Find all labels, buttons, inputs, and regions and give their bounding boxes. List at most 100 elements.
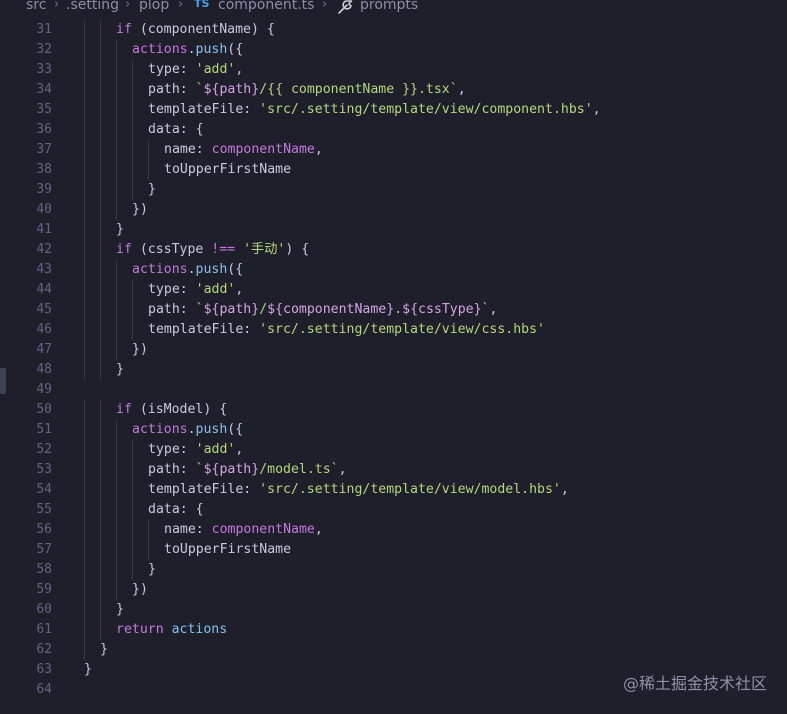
indent-guide bbox=[100, 360, 101, 380]
line-number: 32 bbox=[36, 42, 52, 57]
indent-guide bbox=[100, 480, 101, 500]
line-number: 50 bbox=[36, 402, 52, 417]
code-line[interactable]: 62} bbox=[0, 640, 787, 660]
line-code: type: 'add', bbox=[148, 280, 243, 300]
line-code: } bbox=[116, 360, 124, 380]
line-number: 63 bbox=[36, 662, 52, 677]
indent-guide bbox=[100, 320, 101, 340]
code-line[interactable]: 53 path: `${path}/model.ts`, bbox=[0, 460, 787, 480]
code-token: /{{ componentName }}.tsx` bbox=[259, 82, 458, 97]
code-line[interactable]: 33 type: 'add', bbox=[0, 60, 787, 80]
indent-guide bbox=[116, 580, 117, 600]
breadcrumb-item-prompts[interactable]: prompts bbox=[360, 0, 418, 12]
code-token: } bbox=[148, 562, 156, 577]
indent-guide bbox=[84, 180, 85, 200]
code-line[interactable]: 41} bbox=[0, 220, 787, 240]
code-token: . bbox=[187, 262, 196, 277]
code-line[interactable]: 31 if (componentName) { bbox=[0, 20, 787, 40]
code-token: templateFile bbox=[148, 322, 244, 337]
code-line[interactable]: 49 bbox=[0, 380, 787, 400]
code-token: }) bbox=[132, 342, 148, 357]
indent-guide bbox=[84, 620, 85, 640]
code-line[interactable]: 36 data: { bbox=[0, 120, 787, 140]
indent-guide bbox=[84, 340, 85, 360]
indent-guide bbox=[148, 140, 149, 160]
indent-guide bbox=[100, 460, 101, 480]
indent-guide bbox=[148, 540, 149, 560]
code-editor[interactable]: 31 if (componentName) {32 actions.push({33… bbox=[0, 20, 787, 714]
code-line[interactable]: 42 if (cssType !== '手动') { bbox=[0, 240, 787, 260]
code-line[interactable]: 48} bbox=[0, 360, 787, 380]
code-line[interactable]: 40}) bbox=[0, 200, 787, 220]
line-code: } bbox=[84, 660, 92, 680]
line-code: if (componentName) { bbox=[116, 20, 275, 40]
code-token: actions bbox=[132, 262, 188, 277]
code-token: ` bbox=[195, 462, 204, 477]
indent-guide bbox=[84, 500, 85, 520]
code-line[interactable]: 37 name: componentName, bbox=[0, 140, 787, 160]
code-line[interactable]: 56 name: componentName, bbox=[0, 520, 787, 540]
line-code: toUpperFirstName bbox=[164, 160, 291, 180]
code-line[interactable]: 55 data: { bbox=[0, 500, 787, 520]
line-code: } bbox=[100, 640, 108, 660]
indent-guide bbox=[116, 320, 117, 340]
indent-guide bbox=[100, 180, 101, 200]
code-token: }) bbox=[132, 582, 148, 597]
indent-guide bbox=[132, 480, 133, 500]
breadcrumb-item-src[interactable]: src bbox=[26, 0, 46, 12]
code-line[interactable]: 59}) bbox=[0, 580, 787, 600]
indent-guide bbox=[84, 140, 85, 160]
line-code: type: 'add', bbox=[148, 60, 243, 80]
indent-guide bbox=[84, 520, 85, 540]
code-token: : bbox=[195, 142, 212, 157]
code-token: 'src/.setting/template/view/model.hbs' bbox=[259, 482, 561, 497]
indent-guide bbox=[84, 160, 85, 180]
indent-guide bbox=[84, 460, 85, 480]
code-line[interactable]: 43 actions.push({ bbox=[0, 260, 787, 280]
breadcrumb-item-plop[interactable]: plop bbox=[139, 0, 169, 12]
code-line[interactable]: 47}) bbox=[0, 340, 787, 360]
code-line[interactable]: 60} bbox=[0, 600, 787, 620]
code-token: , bbox=[338, 462, 347, 477]
code-line[interactable]: 38 toUpperFirstName bbox=[0, 160, 787, 180]
indent-guide bbox=[84, 560, 85, 580]
code-line[interactable]: 45 path: `${path}/${componentName}.${cssT… bbox=[0, 300, 787, 320]
code-line[interactable]: 35 templateFile: 'src/.setting/template/v… bbox=[0, 100, 787, 120]
code-line[interactable]: 54 templateFile: 'src/.setting/template/v… bbox=[0, 480, 787, 500]
code-line[interactable]: 57 toUpperFirstName bbox=[0, 540, 787, 560]
code-token: '手动' bbox=[243, 242, 286, 257]
code-token: templateFile bbox=[148, 102, 244, 117]
indent-guide bbox=[100, 340, 101, 360]
code-line[interactable]: 51 actions.push({ bbox=[0, 420, 787, 440]
indent-guide bbox=[100, 520, 101, 540]
line-number: 59 bbox=[36, 582, 52, 597]
code-line[interactable]: 44 type: 'add', bbox=[0, 280, 787, 300]
indent-guide bbox=[132, 100, 133, 120]
indent-guide bbox=[100, 40, 101, 60]
code-line[interactable]: 52 type: 'add', bbox=[0, 440, 787, 460]
code-token: componentName bbox=[147, 22, 251, 37]
code-line[interactable]: 32 actions.push({ bbox=[0, 40, 787, 60]
code-token: if bbox=[116, 402, 132, 417]
code-token: toUpperFirstName bbox=[164, 542, 292, 557]
breadcrumb-item-component[interactable]: component.ts bbox=[218, 0, 314, 12]
code-token: : bbox=[179, 82, 196, 97]
breadcrumb-item-setting[interactable]: .setting bbox=[66, 0, 119, 12]
indent-guide bbox=[100, 140, 101, 160]
code-line[interactable]: 50 if (isModel) { bbox=[0, 400, 787, 420]
code-line[interactable]: 58} bbox=[0, 560, 787, 580]
code-line[interactable]: 61 return actions bbox=[0, 620, 787, 640]
chevron-right-icon: › bbox=[125, 0, 131, 12]
chevron-right-icon: › bbox=[54, 0, 60, 12]
code-line[interactable]: 34 path: `${path}/{{ componentName }}.tsx… bbox=[0, 80, 787, 100]
line-code: }) bbox=[132, 580, 148, 600]
code-token: data bbox=[148, 502, 180, 517]
code-token: cssType bbox=[147, 242, 204, 257]
code-line[interactable]: 39} bbox=[0, 180, 787, 200]
indent-guide bbox=[84, 80, 85, 100]
code-line[interactable]: 46 templateFile: 'src/.setting/template/v… bbox=[0, 320, 787, 340]
code-token: isModel bbox=[147, 402, 204, 417]
indent-guide bbox=[84, 60, 85, 80]
code-token: ({ bbox=[227, 262, 244, 277]
code-token: : bbox=[243, 102, 260, 117]
